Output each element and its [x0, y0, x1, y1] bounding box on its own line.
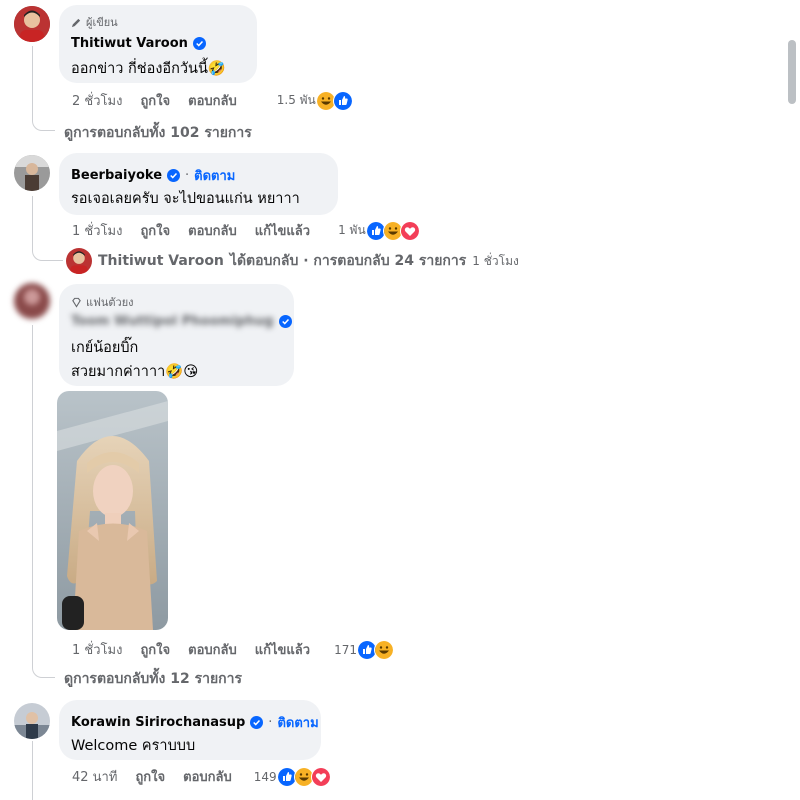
comment-text: ออกข่าว กี่ช่องอีกวันนี้🤣 — [71, 61, 226, 77]
comment-text: Welcome คราบบบ — [71, 738, 196, 754]
view-replies-link[interactable]: ดูการตอบกลับทั้ง 12 รายการ — [64, 668, 242, 690]
comment-bubble: Beerbaiyoke · ติดตาม รอเจอเลยครับ จะไปขอ… — [59, 153, 338, 215]
edited-label: แก้ไขแล้ว — [254, 643, 311, 658]
avatar[interactable] — [14, 6, 50, 42]
like-button[interactable]: ถูกใจ — [135, 766, 165, 787]
author-name[interactable]: Korawin Sirirochanasup — [71, 715, 245, 730]
like-icon — [332, 90, 353, 111]
verified-icon — [167, 169, 181, 182]
reply-button[interactable]: ตอบกลับ — [188, 220, 237, 241]
comment-photo[interactable] — [57, 391, 168, 630]
reply-button[interactable]: ตอบกลับ — [183, 766, 232, 787]
edited-label: แก้ไขแล้ว — [254, 224, 311, 239]
love-icon — [310, 766, 331, 787]
like-button[interactable]: ถูกใจ — [140, 220, 170, 241]
view-replies-link[interactable]: ดูการตอบกลับทั้ง 102 รายการ — [64, 122, 252, 144]
badge-label: แฟนตัวยง — [86, 296, 134, 309]
author-badge: ผู้เขียน — [71, 13, 118, 31]
reply-button[interactable]: ตอบกลับ — [188, 639, 237, 660]
follow-button[interactable]: ติดตาม — [194, 165, 235, 186]
comment-time[interactable]: 2 ชั่วโมง — [72, 90, 122, 111]
comment-text: รอเจอเลยครับ จะไปขอนแก่น หยาาา — [71, 191, 300, 207]
comment-author[interactable]: Korawin Sirirochanasup · ติดตาม — [71, 712, 319, 733]
comment-text-line2: สวยมากค่าาาา🤣😘 — [71, 364, 199, 380]
comment-bubble: ผู้เขียน Thitiwut Varoon ออกข่าว กี่ช่อง… — [59, 5, 257, 83]
fan-badge: แฟนตัวยง — [71, 293, 134, 311]
author-name[interactable]: Thitiwut Varoon — [71, 36, 188, 51]
like-button[interactable]: ถูกใจ — [140, 90, 170, 111]
author-name[interactable]: Beerbaiyoke — [71, 168, 162, 183]
reply-button[interactable]: ตอบกลับ — [188, 90, 237, 111]
reaction-count[interactable]: 171 — [334, 643, 357, 657]
reaction-icons[interactable] — [356, 639, 394, 660]
comment-time[interactable]: 1 ชั่วโมง — [72, 220, 122, 241]
comment-actions: 2 ชั่วโมง ถูกใจ ตอบกลับ 1.5 พัน — [72, 90, 353, 111]
thread-connector — [32, 741, 33, 800]
thread-connector — [32, 196, 63, 261]
comment-author[interactable]: Toom Wuttipol Phoomiphug — [71, 314, 292, 329]
thread-connector — [32, 46, 55, 131]
comment-time[interactable]: 1 ชั่วโมง — [72, 639, 122, 660]
verified-icon — [192, 37, 206, 50]
avatar[interactable] — [14, 283, 50, 319]
reaction-icons[interactable] — [276, 766, 331, 787]
pencil-icon — [71, 18, 81, 27]
author-name[interactable]: Toom Wuttipol Phoomiphug — [71, 314, 274, 329]
verified-icon — [250, 716, 264, 729]
verified-icon — [278, 315, 292, 328]
comment-time[interactable]: 42 นาที — [72, 766, 117, 787]
avatar[interactable] — [66, 248, 92, 274]
comment-author[interactable]: Thitiwut Varoon — [71, 36, 206, 51]
scrollbar-thumb[interactable] — [788, 40, 796, 104]
comment-bubble: Korawin Sirirochanasup · ติดตาม Welcome … — [59, 700, 321, 760]
reaction-count[interactable]: 1 พัน — [338, 221, 366, 240]
reaction-count[interactable]: 1.5 พัน — [277, 91, 316, 110]
haha-icon — [373, 639, 394, 660]
badge-label: ผู้เขียน — [86, 16, 118, 29]
thread-connector — [32, 325, 55, 678]
comment-actions: 42 นาที ถูกใจ ตอบกลับ 149 — [72, 766, 331, 787]
comment-bubble: แฟนตัวยง Toom Wuttipol Phoomiphug เกย์น้… — [59, 284, 294, 386]
love-icon — [399, 220, 420, 241]
comment-text-line1: เกย์น้อยบิ๊ก — [71, 340, 139, 356]
reaction-icons[interactable] — [365, 220, 420, 241]
comment-author[interactable]: Beerbaiyoke · ติดตาม — [71, 165, 235, 186]
comment-actions: 1 ชั่วโมง ถูกใจ ตอบกลับ แก้ไขแล้ว 171 — [72, 639, 394, 660]
diamond-icon — [72, 297, 81, 308]
reaction-count[interactable]: 149 — [254, 770, 277, 784]
reply-preview[interactable]: Thitiwut Varoon ได้ตอบกลับ · การตอบกลับ … — [66, 248, 519, 274]
comment-actions: 1 ชั่วโมง ถูกใจ ตอบกลับ แก้ไขแล้ว 1 พัน — [72, 220, 420, 241]
reply-author[interactable]: Thitiwut Varoon — [98, 253, 224, 269]
avatar[interactable] — [14, 703, 50, 739]
follow-button[interactable]: ติดตาม — [277, 712, 318, 733]
reply-time: 1 ชั่วโมง — [472, 253, 519, 268]
avatar[interactable] — [14, 155, 50, 191]
reply-summary[interactable]: ได้ตอบกลับ · การตอบกลับ 24 รายการ — [230, 250, 466, 272]
reaction-icons[interactable] — [315, 90, 353, 111]
like-button[interactable]: ถูกใจ — [140, 639, 170, 660]
